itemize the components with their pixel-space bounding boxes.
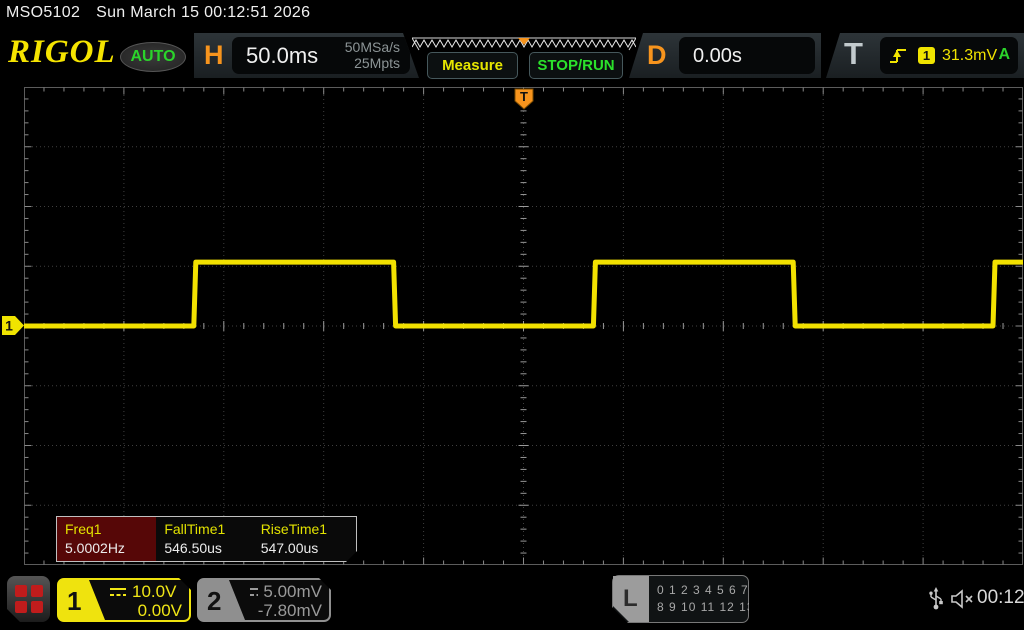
oscilloscope-screen: MSO5102Sun March 15 00:12:51 2026 RIGOL … — [0, 0, 1024, 630]
channel1-offset: 0.00V — [109, 601, 182, 620]
trigger-panel[interactable]: T 1 31.3mV A — [826, 33, 1024, 78]
logic-analyzer-button[interactable]: L 0 1 2 3 4 5 6 7 8 9 10 11 12 13 14 15 — [612, 575, 749, 623]
measurement-value: 546.50us — [164, 540, 252, 556]
measurement-panel[interactable]: Freq1 5.0002Hz FallTime1 546.50us RiseTi… — [56, 516, 357, 562]
datetime-label: Sun March 15 00:12:51 2026 — [96, 4, 310, 21]
memory-depth: 25Mpts — [345, 55, 400, 71]
trigger-level-value: 31.3mV — [942, 47, 997, 65]
ch1-level-marker-icon[interactable]: 1 — [1, 314, 25, 337]
dc-coupling-icon — [249, 586, 258, 598]
measurement-label: FallTime1 — [164, 521, 252, 537]
logic-channels-row1: 0 1 2 3 4 5 6 7 — [657, 582, 794, 599]
trigger-mode-auto: A — [998, 46, 1010, 64]
menu-grid-icon — [15, 585, 43, 613]
channel2-tab — [199, 580, 245, 620]
timebase-value: 50.0ms — [246, 43, 318, 69]
measurement-falltime1[interactable]: FallTime1 546.50us — [156, 517, 252, 561]
acquisition-info: 50MSa/s 25Mpts — [345, 39, 400, 71]
channel1-number: 1 — [67, 586, 81, 617]
usb-icon — [928, 586, 944, 612]
channel1-info: 10.0V 0.00V — [109, 582, 182, 618]
measurement-freq1[interactable]: Freq1 5.0002Hz — [57, 517, 156, 561]
measurement-value: 547.00us — [261, 540, 356, 556]
channel1-tab — [59, 580, 105, 620]
clock-label: 00:12 — [977, 587, 1024, 609]
waveform-preview-strip[interactable] — [412, 35, 636, 51]
measurement-value: 5.0002Hz — [65, 540, 156, 556]
channel2-scale: 5.00mV — [263, 582, 322, 602]
trigger-settings-box: 1 31.3mV A — [880, 37, 1018, 74]
channel2-button[interactable]: 2 5.00mV -7.80mV — [197, 578, 331, 622]
channel2-info: 5.00mV -7.80mV — [249, 582, 322, 618]
measurement-label: Freq1 — [65, 521, 156, 537]
model-label: MSO5102 — [6, 4, 80, 21]
measurement-risetime1[interactable]: RiseTime1 547.00us — [253, 517, 356, 561]
channel1-button[interactable]: 1 10.0V 0.00V — [57, 578, 191, 622]
horizontal-settings-box: 50.0ms 50MSa/s 25Mpts — [232, 37, 410, 74]
speaker-muted-icon[interactable] — [950, 589, 976, 609]
delay-panel[interactable]: D 0.00s — [629, 33, 821, 78]
sample-rate: 50MSa/s — [345, 39, 400, 55]
svg-text:1: 1 — [5, 318, 13, 334]
logic-channels-row2: 8 9 10 11 12 13 14 15 — [657, 599, 794, 616]
trigger-slope-rising-icon — [888, 46, 908, 66]
run-stop-button[interactable]: STOP/RUN — [529, 52, 623, 79]
status-bar: MSO5102 Sun March 15 00:12:51 2026 — [6, 4, 310, 22]
trigger-label: T — [844, 36, 863, 72]
svg-text:T: T — [520, 89, 528, 104]
horizontal-panel[interactable]: H 50.0ms 50MSa/s 25Mpts — [194, 33, 419, 78]
measure-button[interactable]: Measure — [427, 52, 518, 79]
delay-value-box: 0.00s — [679, 37, 815, 74]
horizontal-label: H — [204, 40, 224, 71]
rigol-logo: RIGOL — [8, 34, 116, 71]
channel2-number: 2 — [207, 586, 221, 617]
auto-mode-button[interactable]: AUTO — [120, 42, 186, 72]
waveform-display-grid[interactable] — [24, 87, 1023, 565]
delay-label: D — [647, 40, 667, 71]
logic-channel-list: 0 1 2 3 4 5 6 7 8 9 10 11 12 13 14 15 — [657, 582, 794, 616]
dc-coupling-icon — [109, 586, 127, 598]
menu-button[interactable] — [7, 576, 50, 622]
channel2-offset: -7.80mV — [249, 601, 322, 620]
trigger-t-marker-icon[interactable]: T — [514, 88, 534, 110]
measurement-label: RiseTime1 — [261, 521, 356, 537]
channel1-scale: 10.0V — [132, 582, 176, 602]
logic-label: L — [623, 585, 638, 613]
delay-value: 0.00s — [693, 45, 742, 68]
trigger-position-marker-icon[interactable] — [518, 38, 530, 45]
trigger-source-badge: 1 — [918, 47, 935, 64]
